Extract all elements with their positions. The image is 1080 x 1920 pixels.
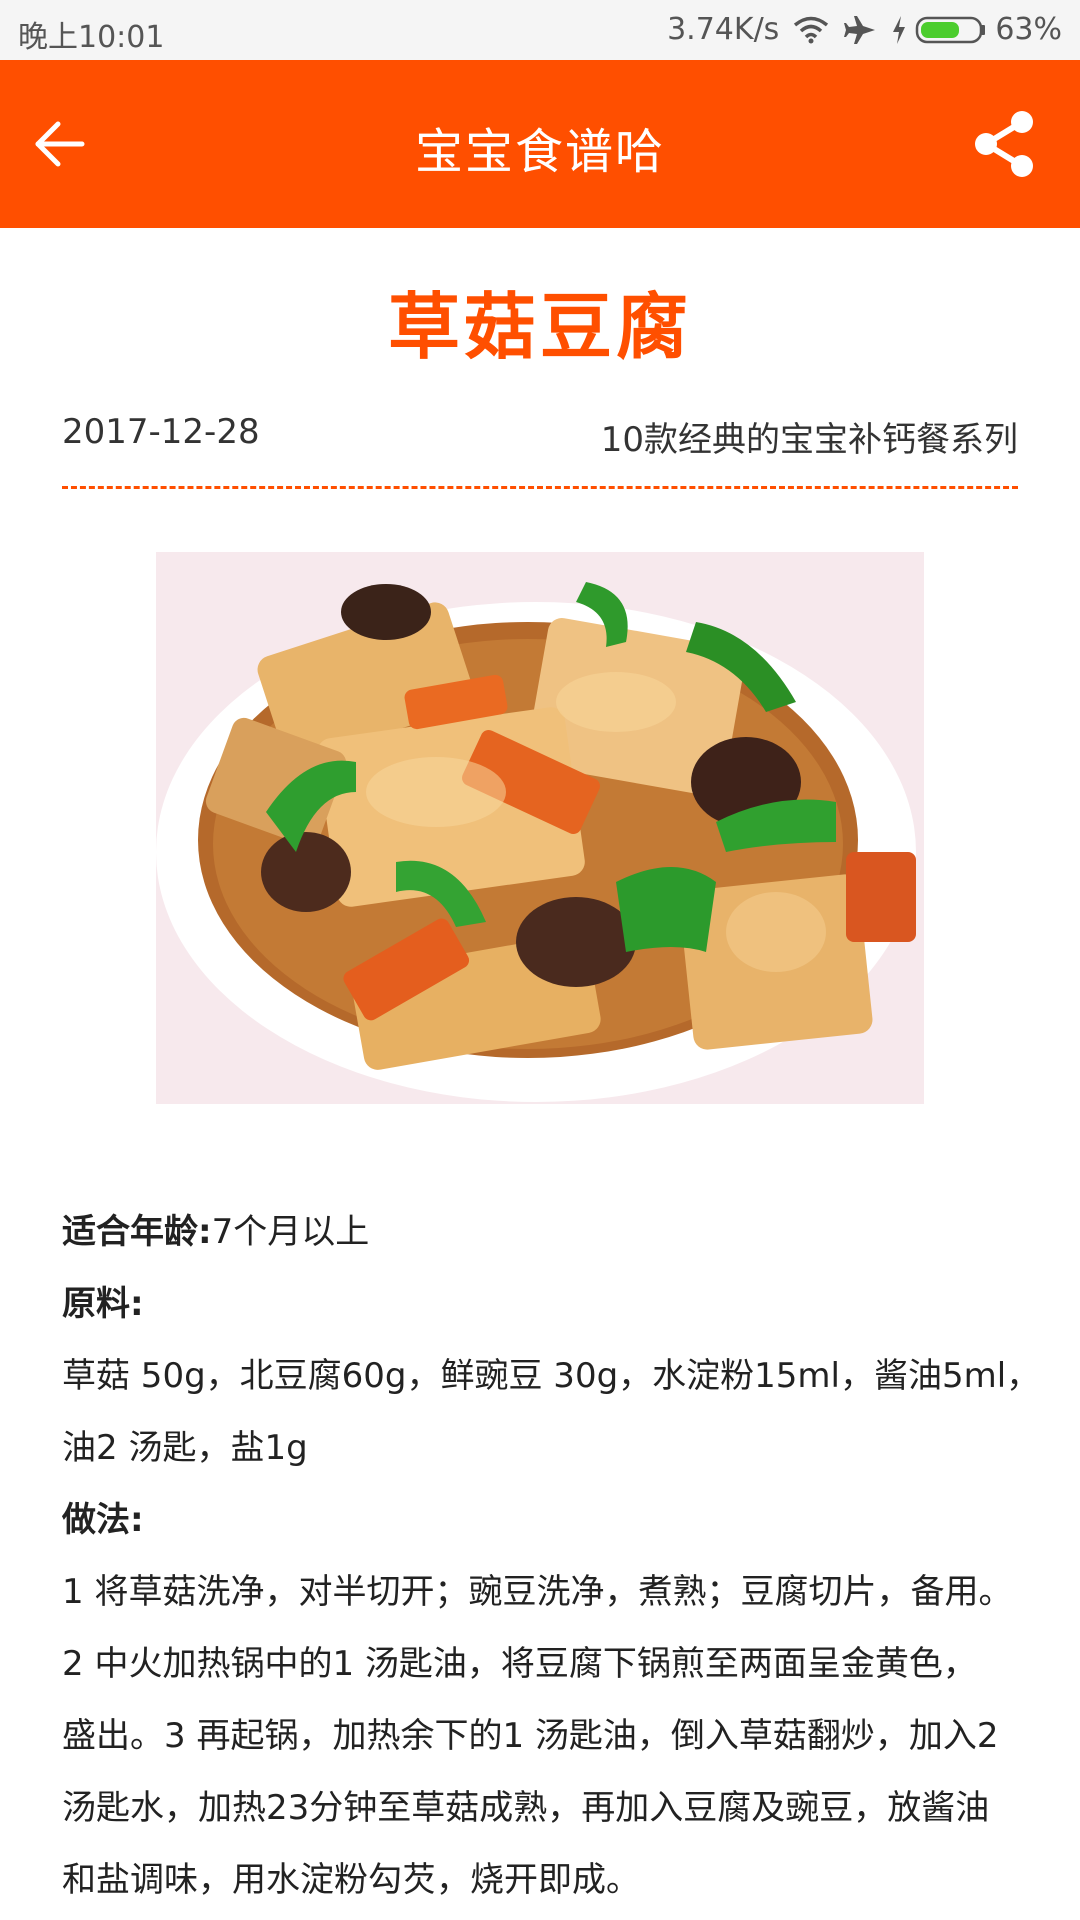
publish-date: 2017-12-28 [62,412,260,452]
app-title: 宝宝食谱哈 [414,124,665,180]
ingredients-line: 油2 汤匙，盐1g [62,1428,308,1468]
method-line: 盛出。3 再起锅，加热余下的1 汤匙油，倒入草菇翻炒，加入2 [62,1716,999,1756]
ingredients-heading: 原料: [62,1268,1018,1340]
age-value: 7个月以上 [211,1212,370,1252]
method-line: 和盐调味，用水淀粉勾芡，烧开即成。 [62,1860,640,1900]
recipe-title: 草菇豆腐 [387,285,692,369]
network-speed: 3.74K/s [667,12,780,47]
status-bar: 晚上10:01 3.74K/s 63% [0,0,1080,60]
method-heading: 做法: [62,1484,1018,1556]
ingredients-label: 原料: [62,1284,144,1324]
age-row: 适合年龄:7个月以上 [62,1196,1018,1268]
method-line: 2 中火加热锅中的1 汤匙油，将豆腐下锅煎至两面呈金黄色， [62,1644,977,1684]
charging-icon [893,15,906,44]
status-icons: 3.74K/s 63% [667,12,1062,47]
age-label: 适合年龄: [62,1212,212,1252]
app-bar: 宝宝食谱哈 [0,60,1080,228]
battery-percent: 63% [995,12,1062,47]
wifi-icon [794,16,829,43]
method-line: 1 将草菇洗净，对半切开；豌豆洗净，煮熟；豆腐切片，备用。 [62,1572,1013,1612]
dish-photo [156,552,924,1104]
dashed-divider [62,486,1018,489]
battery-indicator: 63% [891,12,1062,47]
recipe-content: 适合年龄:7个月以上 原料: 草菇 50g，北豆腐60g，鲜豌豆 30g，水淀粉… [62,1196,1041,1916]
share-icon[interactable] [970,108,1038,180]
battery-icon [916,16,986,43]
airplane-icon [844,15,876,44]
method-line: 汤匙水，加热23分钟至草菇成熟，再加入豆腐及豌豆，放酱油 [62,1788,990,1828]
status-time: 晚上10:01 [18,20,165,55]
method-label: 做法: [62,1500,144,1540]
ingredients-line: 草菇 50g，北豆腐60g，鲜豌豆 30g，水淀粉15ml，酱油5ml， [62,1356,1041,1396]
series-name: 10款经典的宝宝补钙餐系列 [600,420,1018,460]
